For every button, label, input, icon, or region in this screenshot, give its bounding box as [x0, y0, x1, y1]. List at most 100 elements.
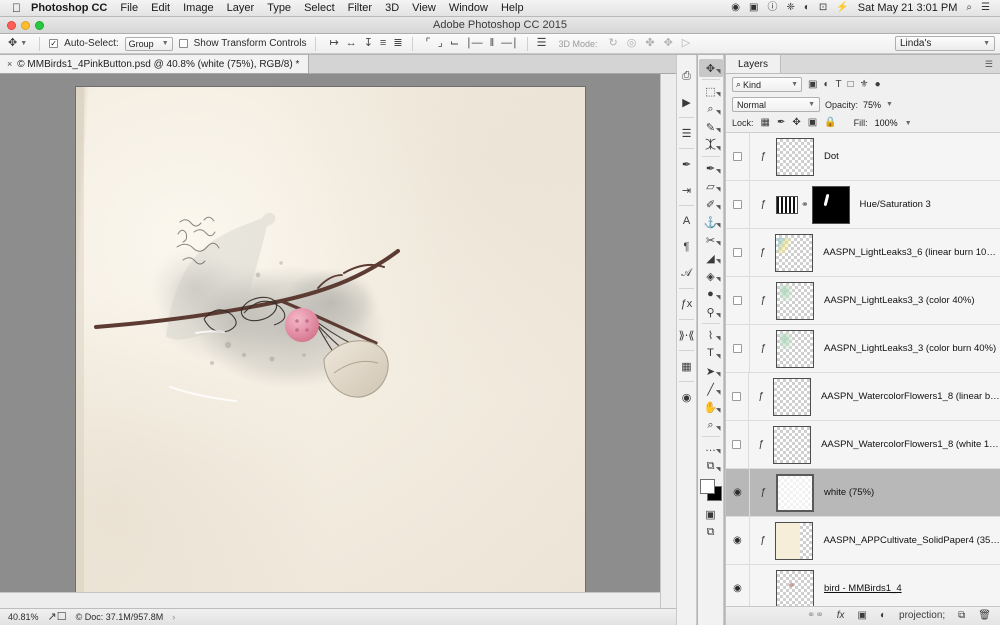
layer-thumbnail[interactable]	[776, 137, 814, 176]
menu-edit[interactable]: Edit	[151, 2, 170, 14]
layer-list[interactable]: ƒ Dot ƒ ⚭ Hue/Saturation 3 ƒ AASPN_LightLeaks3…	[726, 133, 1000, 606]
history-brush-tool[interactable]: ✂ ◥	[699, 231, 723, 249]
more-tools[interactable]: … ◥	[699, 439, 723, 457]
creative-cloud-panel-icon[interactable]: ◉	[676, 384, 697, 410]
menu-help[interactable]: Help	[501, 2, 524, 14]
menu-type[interactable]: Type	[267, 2, 291, 14]
line-tool[interactable]: ╱ ◥	[699, 380, 723, 398]
filter-kind-dropdown[interactable]: ⌕ Kind ▼	[732, 77, 802, 92]
type-tool[interactable]: T ◥	[699, 344, 723, 362]
menu-photoshop-cc[interactable]: Photoshop CC	[31, 2, 107, 14]
layer-visibility-toggle[interactable]: ◉	[726, 565, 750, 606]
layer-visibility-toggle[interactable]	[726, 325, 750, 372]
layer-name[interactable]: AASPN_WatercolorFlowers1_8 (white 100%)	[811, 439, 1000, 450]
fill-chevron-icon[interactable]: ▼	[905, 120, 912, 127]
screen-mode-icon[interactable]: ⧉	[699, 523, 723, 541]
fill-value[interactable]: 100%	[875, 118, 898, 128]
layer-row[interactable]: ƒ AASPN_WatercolorFlowers1_8 (linear burn…	[726, 373, 1000, 421]
active-tool-preset[interactable]: ✥ ▼	[5, 36, 30, 52]
apple-icon[interactable]: 	[12, 2, 21, 14]
filter-adjustment-layers-icon[interactable]: ◐	[823, 79, 829, 90]
layer-row[interactable]: ƒ AASPN_WatercolorFlowers1_8 (white 100%)	[726, 421, 1000, 469]
clone-stamp-tool[interactable]: ⚓ ◥	[699, 213, 723, 231]
layer-thumbnail[interactable]	[775, 233, 814, 272]
distribute-vertical-centers-button[interactable]: ⌟	[438, 38, 443, 49]
opacity-value[interactable]: 75%	[863, 100, 881, 110]
healing-brush-tool[interactable]: ▱ ◥	[699, 177, 723, 195]
layer-thumbnail[interactable]	[775, 521, 814, 560]
canvas-workspace[interactable]	[0, 74, 660, 608]
character-panel-icon[interactable]: A	[676, 208, 697, 234]
paragraph-panel-icon[interactable]: ¶	[676, 234, 697, 260]
brush-presets-panel-icon[interactable]: ⇥	[676, 177, 697, 203]
document-tab[interactable]: × © MMBirds1_4PinkButton.psd @ 40.8% (wh…	[0, 55, 310, 73]
move-tool[interactable]: ✥ ◥	[698, 59, 723, 77]
quickmask-icon[interactable]: ▣	[699, 505, 723, 523]
styles-panel-icon[interactable]: ƒx	[676, 291, 697, 317]
layer-row[interactable]: ◉ ƒ white (75%)	[726, 469, 1000, 517]
canvas-horizontal-scrollbar[interactable]	[0, 592, 660, 608]
layer-name[interactable]: Hue/Saturation 3	[850, 199, 931, 210]
crop-tool[interactable]: ⯰ ◥	[699, 136, 723, 154]
menu-3d[interactable]: 3D	[385, 2, 399, 14]
clock[interactable]: Sat May 21 3:01 PM	[858, 2, 958, 14]
distribute-top-edges-button[interactable]: ⌜	[426, 38, 431, 49]
history-panel-icon[interactable]: ⎙	[676, 63, 697, 89]
menu-select[interactable]: Select	[304, 2, 335, 14]
blur-tool[interactable]: ● ◥	[699, 285, 723, 303]
show-transform-controls-checkbox[interactable]	[178, 39, 188, 48]
menu-file[interactable]: File	[120, 2, 138, 14]
threed-zoom-icon[interactable]: ▷	[682, 38, 690, 49]
layer-name[interactable]: Dot	[814, 151, 839, 162]
layer-visibility-toggle[interactable]	[726, 421, 749, 468]
glyphs-panel-icon[interactable]: 𝒜	[676, 260, 697, 286]
canvas-vertical-scrollbar[interactable]	[660, 74, 676, 608]
distribute-horizontal-centers-button[interactable]: ‖	[490, 38, 495, 49]
workspace-switcher[interactable]: Linda's ▼	[895, 36, 995, 51]
add-layer-mask-icon[interactable]: ▣	[858, 611, 867, 621]
link-layers-icon[interactable]: ⚭⚭	[807, 611, 824, 621]
eyedropper-tool[interactable]: ✒ ◥	[699, 159, 723, 177]
brush-tool[interactable]: ✐ ◥	[699, 195, 723, 213]
new-layer-icon[interactable]: ⧉	[958, 611, 965, 621]
battery-icon[interactable]: ⚡	[836, 3, 848, 13]
opacity-chevron-icon[interactable]: ▼	[886, 101, 893, 108]
layer-name[interactable]: AASPN_LightLeaks3_3 (color 40%)	[814, 295, 975, 306]
distribute-left-edges-button[interactable]: ∣—	[466, 38, 483, 49]
layer-name[interactable]: AASPN_WatercolorFlowers1_8 (linear burn.…	[811, 391, 1000, 402]
brush-panel-icon[interactable]: ✒	[676, 151, 697, 177]
align-vertical-centers-button[interactable]: ↔	[346, 38, 357, 49]
layer-mask-thumbnail[interactable]	[811, 185, 850, 224]
dodge-tool[interactable]: ⚲ ◥	[699, 303, 723, 321]
layer-row[interactable]: ƒ AASPN_LightLeaks3_3 (color 40%)	[726, 277, 1000, 325]
pen-tool[interactable]: ⌇ ◥	[699, 326, 723, 344]
layer-thumbnail[interactable]	[776, 195, 798, 214]
layer-row[interactable]: ◉ ƒ AASPN_APPCultivate_SolidPaper4 (35%)	[726, 517, 1000, 565]
align-and-distribute-button[interactable]: ☰	[537, 38, 547, 49]
panel-menu-icon[interactable]: ☰	[978, 55, 1000, 73]
layer-visibility-toggle[interactable]: ◉	[726, 517, 750, 564]
align-bottom-edges-button[interactable]: ↧	[364, 38, 373, 49]
align-left-edges-button[interactable]: ≡	[380, 38, 386, 49]
screen-mode-tool[interactable]: ⧉ ◥	[699, 457, 723, 475]
lock-all-icon[interactable]: 🔒	[824, 118, 836, 128]
ev-icon[interactable]: ◉	[731, 3, 740, 13]
close-icon[interactable]: ×	[7, 59, 12, 69]
layer-visibility-toggle[interactable]: ◉	[726, 469, 750, 516]
delete-layer-icon[interactable]: 🗑	[978, 611, 991, 621]
menu-view[interactable]: View	[412, 2, 436, 14]
menu-image[interactable]: Image	[183, 2, 214, 14]
blend-mode-dropdown[interactable]: Normal ▼	[732, 97, 820, 112]
layer-thumbnail[interactable]	[776, 329, 814, 368]
hand-tool[interactable]: ✋ ◥	[699, 398, 723, 416]
foreground-color-swatch[interactable]	[699, 479, 715, 494]
wifi-icon[interactable]: ◐	[804, 3, 810, 13]
auto-select-checkbox[interactable]	[49, 39, 59, 48]
adjustments-panel-icon[interactable]: ☰	[676, 120, 697, 146]
screen-icon[interactable]: ⊡	[819, 3, 827, 13]
filter-pixel-layers-icon[interactable]: ▣	[808, 79, 817, 90]
new-adjustment-layer-icon[interactable]: ◐	[880, 611, 886, 621]
layer-name[interactable]: white (75%)	[814, 487, 874, 498]
lasso-tool[interactable]: ⌕ ◥	[699, 100, 723, 118]
marquee-tool[interactable]: ⬚ ◥	[699, 82, 723, 100]
